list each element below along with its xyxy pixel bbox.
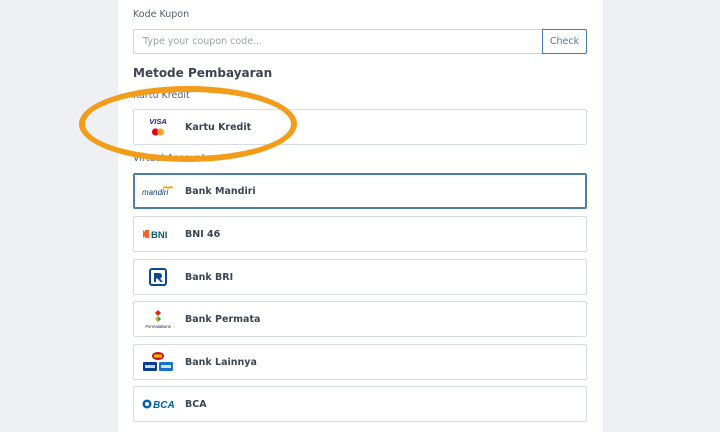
payment-method-title: Metode Pembayaran xyxy=(133,66,273,80)
payment-option-bca[interactable]: BCA BCA xyxy=(133,386,587,422)
atm-network-logo-icon xyxy=(141,350,175,374)
payment-option-label: BNI 46 xyxy=(185,228,221,240)
svg-text:BNI: BNI xyxy=(151,230,167,241)
payment-option-label: Kartu Kredit xyxy=(185,121,252,133)
coupon-row: Check xyxy=(133,29,587,54)
svg-text:VISA: VISA xyxy=(149,117,167,126)
svg-text:mandiri: mandiri xyxy=(142,188,168,197)
coupon-label: Kode Kupon xyxy=(133,9,190,20)
payment-option-bank-permata[interactable]: PermataBank Bank Permata xyxy=(133,301,587,337)
check-coupon-button[interactable]: Check xyxy=(542,29,587,54)
mandiri-logo-icon: mandiri xyxy=(141,179,175,203)
payment-option-bank-mandiri[interactable]: mandiri Bank Mandiri xyxy=(133,173,587,209)
payment-option-credit-card[interactable]: VISA Kartu Kredit xyxy=(133,109,587,145)
credit-card-section-label: Kartu Kredit xyxy=(133,90,190,101)
payment-option-label: Bank Permata xyxy=(185,313,261,325)
svg-text:BCA: BCA xyxy=(153,400,175,411)
visa-mastercard-icon: VISA xyxy=(141,115,175,139)
coupon-input[interactable] xyxy=(133,29,542,54)
payment-option-label: Bank Mandiri xyxy=(185,185,256,197)
payment-option-label: Bank Lainnya xyxy=(185,356,257,368)
permata-logo-icon: PermataBank xyxy=(141,307,175,331)
payment-option-label: BCA xyxy=(185,398,207,410)
payment-option-bni[interactable]: BNI BNI 46 xyxy=(133,216,587,252)
bni-logo-icon: BNI xyxy=(141,222,175,246)
virtual-account-section-label: Virtual Account xyxy=(133,153,206,164)
svg-text:PermataBank: PermataBank xyxy=(145,324,171,329)
payment-option-bank-lainnya[interactable]: Bank Lainnya xyxy=(133,344,587,380)
bri-logo-icon xyxy=(141,265,175,289)
payment-option-label: Bank BRI xyxy=(185,271,234,283)
payment-option-bank-bri[interactable]: Bank BRI xyxy=(133,259,587,295)
bca-logo-icon: BCA xyxy=(141,392,175,416)
